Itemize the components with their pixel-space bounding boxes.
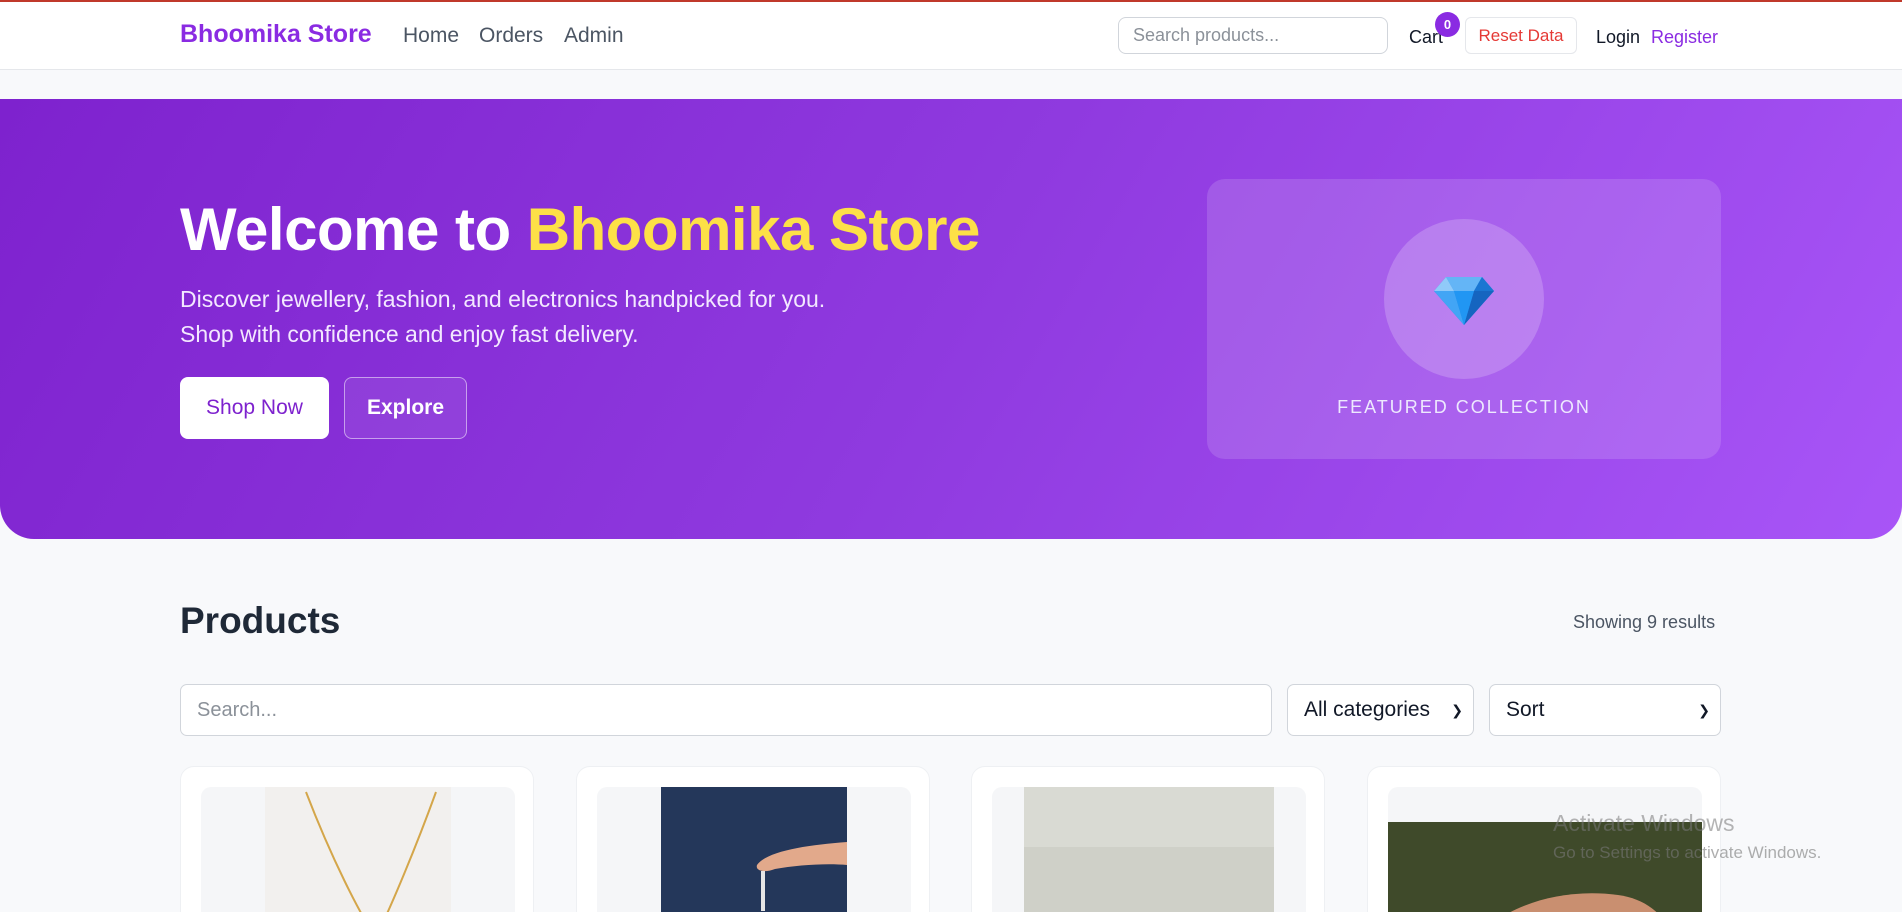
product-image bbox=[201, 787, 515, 912]
shop-now-button[interactable]: Shop Now bbox=[180, 377, 329, 439]
nav-link-orders[interactable]: Orders bbox=[479, 24, 543, 48]
register-link[interactable]: Register bbox=[1651, 27, 1718, 48]
featured-icon-circle bbox=[1384, 219, 1544, 379]
products-heading: Products bbox=[180, 600, 341, 641]
hero-title: Welcome to Bhoomika Store bbox=[180, 195, 980, 264]
product-image bbox=[992, 787, 1306, 912]
navbar: Bhoomika Store Home Orders Admin Cart 0 … bbox=[0, 2, 1902, 70]
hero-title-highlight: Bhoomika Store bbox=[526, 196, 981, 263]
product-card[interactable] bbox=[180, 766, 534, 912]
hero-title-prefix: Welcome to bbox=[180, 196, 527, 263]
product-card[interactable] bbox=[1367, 766, 1721, 912]
featured-collection-card[interactable]: FEATURED COLLECTION bbox=[1207, 179, 1721, 459]
brand-logo[interactable]: Bhoomika Store bbox=[180, 20, 372, 49]
hero-subtitle-line2: Shop with confidence and enjoy fast deli… bbox=[180, 321, 639, 347]
chevron-down-icon: ❯ bbox=[1698, 702, 1710, 718]
nav-link-home[interactable]: Home bbox=[403, 24, 459, 48]
category-select[interactable]: All categories ❯ bbox=[1287, 684, 1474, 736]
product-card[interactable] bbox=[971, 766, 1325, 912]
sort-select-value: Sort bbox=[1506, 698, 1545, 721]
windows-activation-text: Go to Settings to activate Windows. bbox=[1553, 843, 1822, 862]
hero-subtitle: Discover jewellery, fashion, and electro… bbox=[180, 282, 825, 352]
nav-link-admin[interactable]: Admin bbox=[564, 24, 624, 48]
featured-collection-label: FEATURED COLLECTION bbox=[1337, 397, 1591, 417]
results-count: Showing 9 results bbox=[1573, 612, 1716, 632]
cart-count-badge: 0 bbox=[1435, 12, 1460, 37]
login-link[interactable]: Login bbox=[1596, 27, 1640, 48]
sort-select[interactable]: Sort ❯ bbox=[1489, 684, 1721, 736]
hero-banner: Welcome to Bhoomika Store Discover jewel… bbox=[0, 99, 1902, 539]
windows-activation-title: Activate Windows bbox=[1553, 810, 1735, 836]
chevron-down-icon: ❯ bbox=[1451, 702, 1463, 718]
hero-subtitle-line1: Discover jewellery, fashion, and electro… bbox=[180, 286, 826, 312]
product-image bbox=[597, 787, 911, 912]
explore-button[interactable]: Explore bbox=[344, 377, 467, 439]
category-select-value: All categories bbox=[1304, 698, 1431, 721]
reset-data-button[interactable]: Reset Data bbox=[1465, 17, 1577, 54]
gem-icon bbox=[1434, 277, 1494, 325]
product-search-input[interactable] bbox=[180, 684, 1272, 736]
product-card[interactable] bbox=[576, 766, 930, 912]
nav-search-input[interactable] bbox=[1118, 17, 1388, 54]
